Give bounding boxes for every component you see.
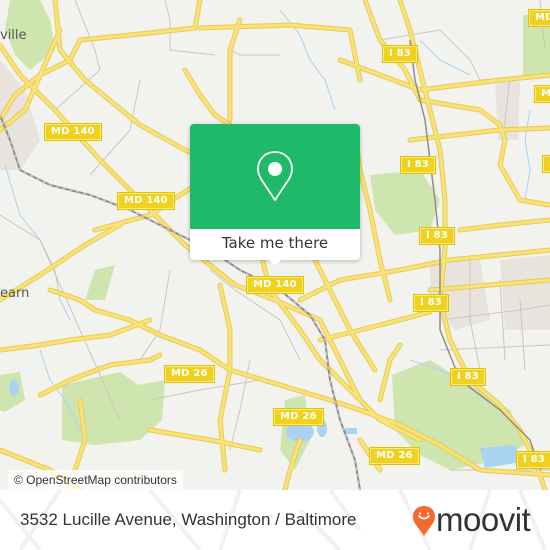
route-shield-i83: I 83 (382, 45, 418, 63)
route-shield-md26: MD 26 (369, 447, 420, 465)
route-shield-partial: M (533, 85, 550, 103)
route-shield-md26: MD 26 (164, 365, 215, 383)
location-popup: Take me there (190, 124, 360, 266)
route-shield-partial: MD (528, 9, 550, 27)
place-label-left: earn (0, 286, 30, 301)
map-view[interactable]: ville earn MD 140 MD 140 MD 140 I 83 I 8… (0, 0, 550, 490)
route-shield-i83: I 83 (413, 294, 449, 312)
popup-header (190, 124, 360, 229)
popup-pointer (267, 258, 283, 266)
route-shield-md140: MD 140 (44, 123, 102, 141)
take-me-there-button[interactable]: Take me there (190, 229, 360, 260)
map-pin-icon (257, 151, 293, 201)
route-shield-md140: MD 140 (117, 192, 175, 210)
route-shield-md140: MD 140 (246, 276, 304, 294)
route-shield-partial: I (542, 155, 550, 173)
place-label-top-left: ville (0, 28, 27, 43)
route-shield-i83: I 83 (400, 156, 436, 174)
route-shield-i83: I 83 (516, 451, 550, 469)
route-shield-md26: MD 26 (273, 408, 324, 426)
address-text: 3532 Lucille Avenue, Washington / Baltim… (20, 510, 357, 529)
moovit-wordmark: moovit (436, 501, 531, 538)
moovit-smiley-pin-icon (413, 506, 435, 536)
map-attribution[interactable]: © OpenStreetMap contributors (8, 470, 183, 490)
route-shield-i83: I 83 (419, 227, 455, 245)
footer-bar: 3532 Lucille Avenue, Washington / Baltim… (0, 490, 550, 550)
route-shield-i83: I 83 (450, 368, 486, 386)
